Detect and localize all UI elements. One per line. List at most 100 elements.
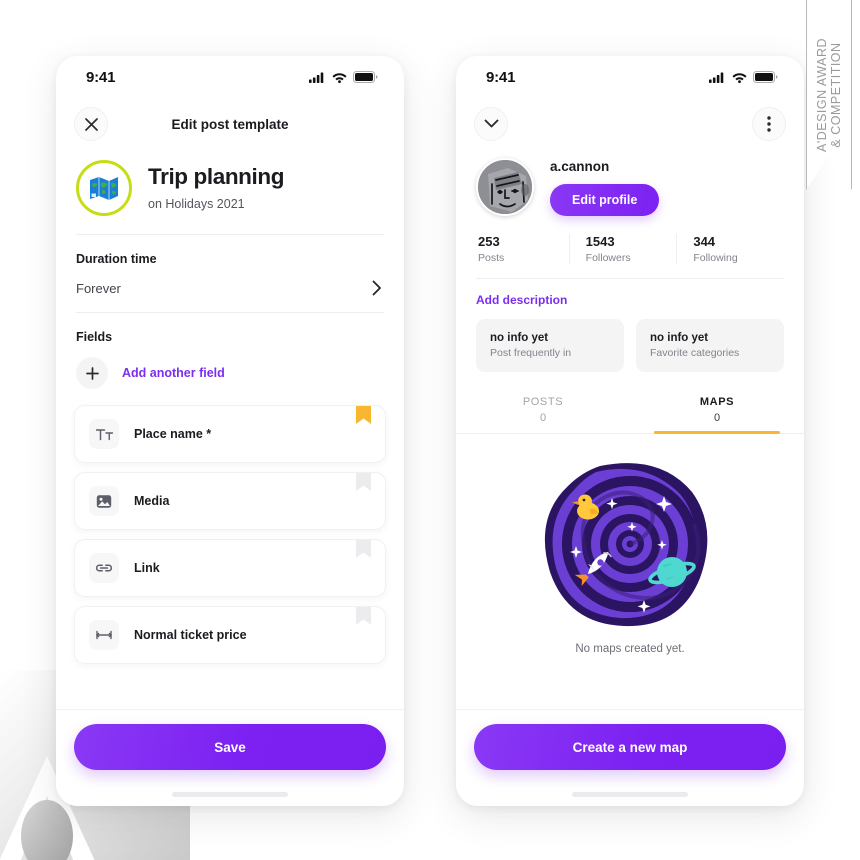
table-row[interactable]: Link: [74, 539, 386, 597]
add-field-circle: [76, 357, 108, 389]
field-list: Place name * Media Link Normal ticket pr…: [56, 403, 404, 664]
add-another-field-button[interactable]: Add another field: [56, 344, 404, 403]
close-button[interactable]: [74, 107, 108, 141]
phone-edit-post-template: 9:41 Edit post template Trip planning on…: [56, 56, 404, 806]
battery-icon: [353, 71, 378, 83]
profile-stats: 253 Posts 1543 Followers 344 Following: [456, 230, 804, 278]
table-row[interactable]: Place name *: [74, 405, 386, 463]
create-new-map-button[interactable]: Create a new map: [474, 724, 786, 770]
field-label: Normal ticket price: [134, 628, 247, 642]
collapse-button[interactable]: [474, 107, 508, 141]
stat-followers[interactable]: 1543 Followers: [568, 234, 677, 264]
link-icon: [95, 564, 113, 572]
edit-template-nav: Edit post template: [56, 98, 404, 150]
award-line-2: & COMPETITION: [829, 42, 843, 148]
template-avatar[interactable]: [76, 160, 132, 216]
stat-label: Followers: [585, 252, 631, 264]
add-description-link[interactable]: Add description: [456, 279, 804, 307]
duration-section-label: Duration time: [76, 252, 157, 266]
field-icon-wrap: [89, 486, 119, 516]
info-card-title: no info yet: [490, 332, 549, 344]
stat-label: Posts: [478, 252, 505, 264]
status-icons: [709, 71, 778, 83]
cellular-signal-icon: [709, 72, 724, 83]
award-ribbon-watermark: A'DESIGN AWARD & COMPETITION: [806, 0, 852, 190]
bookmark-icon[interactable]: [356, 405, 371, 425]
template-meta: Trip planning on Holidays 2021: [148, 164, 285, 211]
tab-posts[interactable]: POSTS 0: [456, 388, 630, 433]
galaxy-spiral-illustration: [544, 463, 708, 627]
user-avatar-doodle: [478, 160, 532, 214]
battery-icon: [753, 71, 778, 83]
status-bar-left: 9:41: [56, 56, 404, 98]
info-cards: no info yet Post frequently in no info y…: [456, 307, 804, 372]
template-header: Trip planning on Holidays 2021: [56, 150, 404, 234]
template-subtitle: on Holidays 2021: [148, 196, 245, 211]
stat-following[interactable]: 344 Following: [676, 234, 784, 264]
more-options-button[interactable]: [752, 107, 786, 141]
right-bottom-bar: Create a new map: [456, 709, 804, 806]
stat-value: 344: [693, 234, 716, 249]
bookmark-icon[interactable]: [356, 472, 371, 492]
measure-icon: [96, 630, 112, 640]
template-title: Trip planning: [148, 164, 285, 190]
field-icon-wrap: [89, 553, 119, 583]
info-card-post-frequency[interactable]: no info yet Post frequently in: [476, 319, 624, 372]
left-bottom-bar: Save: [56, 709, 404, 806]
plus-icon: [85, 366, 99, 380]
chevron-right-icon: [372, 280, 381, 296]
stat-value: 1543: [585, 234, 615, 249]
image-icon: [96, 494, 112, 508]
text-format-icon: [95, 428, 113, 440]
stat-label: Following: [693, 252, 738, 264]
stat-posts[interactable]: 253 Posts: [476, 234, 569, 264]
duration-row[interactable]: Forever: [56, 266, 404, 312]
home-indicator: [572, 792, 688, 797]
edit-profile-button[interactable]: Edit profile: [550, 183, 660, 216]
status-icons: [309, 71, 378, 83]
ribbon-text: A'DESIGN AWARD & COMPETITION: [815, 38, 843, 152]
profile-tabs: POSTS 0 MAPS 0: [456, 388, 804, 434]
stat-value: 253: [478, 234, 500, 249]
chevron-down-icon: [484, 119, 498, 128]
status-time: 9:41: [486, 68, 516, 86]
save-button[interactable]: Save: [74, 724, 386, 770]
phone-profile-maps: 9:41 a.cannon Edit profile 253 Posts 154…: [456, 56, 804, 806]
profile-nav: [456, 98, 804, 150]
field-label: Place name *: [134, 427, 212, 441]
fields-section-label: Fields: [76, 330, 113, 344]
avatar[interactable]: [476, 158, 534, 216]
field-label: Media: [134, 494, 170, 508]
status-bar-right: 9:41: [456, 56, 804, 98]
tab-label: POSTS: [522, 396, 564, 408]
bookmark-icon[interactable]: [356, 539, 371, 559]
close-icon: [84, 117, 98, 131]
info-card-subtitle: Post frequently in: [490, 347, 572, 359]
profile-header: a.cannon Edit profile: [456, 150, 804, 230]
award-line-1: A'DESIGN AWARD: [815, 37, 829, 153]
maps-empty-state: No maps created yet.: [456, 434, 804, 655]
info-card-favorite-categories[interactable]: no info yet Favorite categories: [636, 319, 784, 372]
tab-count: 0: [713, 412, 721, 424]
field-icon-wrap: [89, 620, 119, 650]
status-time: 9:41: [86, 68, 116, 86]
info-card-title: no info yet: [650, 332, 709, 344]
wifi-icon: [332, 72, 347, 83]
world-map-icon: [90, 177, 118, 200]
wifi-icon: [732, 72, 747, 83]
more-vertical-icon: [767, 116, 771, 132]
duration-value: Forever: [76, 280, 121, 296]
profile-meta: a.cannon Edit profile: [550, 158, 660, 216]
table-row[interactable]: Media: [74, 472, 386, 530]
info-card-subtitle: Favorite categories: [650, 347, 740, 359]
field-icon-wrap: [89, 419, 119, 449]
table-row[interactable]: Normal ticket price: [74, 606, 386, 664]
tab-maps[interactable]: MAPS 0: [630, 388, 804, 434]
bookmark-icon[interactable]: [356, 606, 371, 626]
profile-username: a.cannon: [550, 158, 610, 174]
tab-count: 0: [539, 412, 547, 424]
cellular-signal-icon: [309, 72, 324, 83]
tab-label: MAPS: [699, 396, 735, 408]
add-field-label: Add another field: [122, 366, 225, 380]
field-label: Link: [134, 561, 160, 575]
